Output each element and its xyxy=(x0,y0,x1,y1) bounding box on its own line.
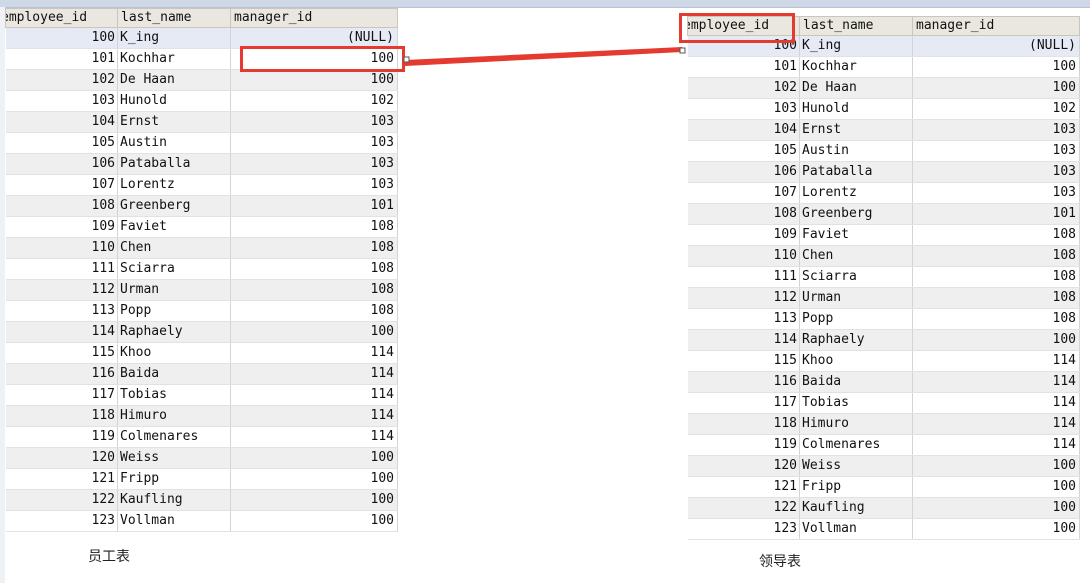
manager-table-caption: 领导表 xyxy=(759,554,801,570)
connector-line xyxy=(403,47,686,66)
employee-table-caption: 员工表 xyxy=(88,549,130,565)
